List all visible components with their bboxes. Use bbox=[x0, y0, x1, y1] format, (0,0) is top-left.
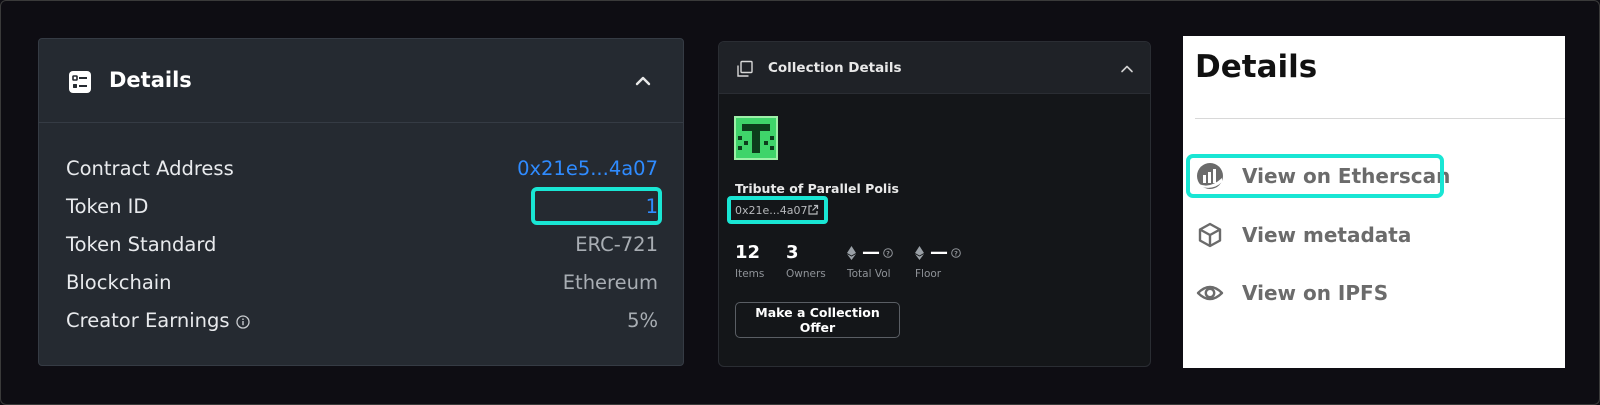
cube-icon bbox=[1198, 222, 1222, 248]
eth-icon bbox=[915, 245, 924, 260]
collection-icon bbox=[737, 60, 753, 77]
info-icon[interactable] bbox=[235, 314, 250, 329]
stat-owners-caption: Owners bbox=[786, 268, 826, 280]
token-standard-label: Token Standard bbox=[66, 233, 217, 256]
make-collection-offer-button[interactable]: Make a Collection Offer bbox=[735, 302, 900, 338]
svg-text:?: ? bbox=[886, 249, 890, 257]
stat-owners-value: 3 bbox=[786, 242, 799, 263]
help-icon[interactable]: ? bbox=[951, 247, 961, 258]
stat-floor-value: — bbox=[930, 242, 948, 263]
contract-address-highlight bbox=[531, 187, 662, 225]
collection-details-title: Collection Details bbox=[768, 60, 902, 76]
eth-icon bbox=[847, 245, 856, 260]
contract-address-link[interactable]: 0x21e5...4a07 bbox=[517, 157, 658, 180]
collection-details-panel: Collection Details Tribute of Parallel P… bbox=[718, 41, 1151, 367]
token-standard-value: ERC-721 bbox=[575, 233, 658, 256]
collection-details-header[interactable]: Collection Details bbox=[719, 42, 1150, 94]
details-title: Details bbox=[109, 68, 192, 92]
view-metadata-label: View metadata bbox=[1242, 223, 1412, 247]
chevron-up-icon[interactable] bbox=[1119, 61, 1135, 77]
blockchain-label: Blockchain bbox=[66, 271, 172, 294]
stat-total-vol: — ? Total Vol bbox=[847, 242, 893, 280]
etherscan-details-panel: Details View on Etherscan View metadata … bbox=[1183, 36, 1565, 368]
details-header[interactable]: Details bbox=[39, 39, 683, 123]
view-on-ipfs-link[interactable]: View on IPFS bbox=[1196, 276, 1388, 310]
collection-address-highlight bbox=[727, 196, 828, 224]
chevron-up-icon[interactable] bbox=[633, 71, 653, 91]
collection-name[interactable]: Tribute of Parallel Polis bbox=[735, 181, 899, 196]
divider bbox=[1195, 118, 1565, 119]
token-id-label: Token ID bbox=[66, 195, 149, 218]
stat-total-vol-value: — bbox=[862, 242, 880, 263]
svg-text:?: ? bbox=[954, 249, 958, 257]
stat-items-value: 12 bbox=[735, 242, 761, 263]
details-panel: Details Contract Address 0x21e5...4a07 T… bbox=[38, 38, 684, 366]
eye-icon bbox=[1196, 285, 1224, 301]
contract-address-label: Contract Address bbox=[66, 157, 234, 180]
token-standard-row: Token Standard ERC-721 bbox=[66, 233, 658, 263]
stat-total-vol-caption: Total Vol bbox=[847, 268, 891, 280]
stat-floor: — ? Floor bbox=[915, 242, 961, 280]
blockchain-row: Blockchain Ethereum bbox=[66, 271, 658, 301]
details-list-icon bbox=[69, 71, 91, 93]
stat-items: 12 Items bbox=[735, 242, 764, 280]
creator-earnings-value: 5% bbox=[627, 309, 658, 332]
contract-address-row: Contract Address 0x21e5...4a07 bbox=[66, 157, 658, 187]
view-metadata-link[interactable]: View metadata bbox=[1196, 218, 1411, 252]
collection-logo-icon[interactable] bbox=[734, 116, 778, 160]
help-icon[interactable]: ? bbox=[883, 247, 893, 258]
details-title: Details bbox=[1195, 49, 1318, 85]
blockchain-value: Ethereum bbox=[562, 271, 658, 294]
stat-floor-caption: Floor bbox=[915, 268, 942, 280]
stat-items-caption: Items bbox=[735, 268, 765, 280]
stat-owners: 3 Owners bbox=[786, 242, 826, 280]
creator-earnings-label: Creator Earnings bbox=[66, 309, 250, 332]
etherscan-highlight bbox=[1186, 154, 1444, 198]
view-on-ipfs-label: View on IPFS bbox=[1242, 281, 1389, 305]
creator-earnings-row: Creator Earnings 5% bbox=[66, 309, 658, 339]
